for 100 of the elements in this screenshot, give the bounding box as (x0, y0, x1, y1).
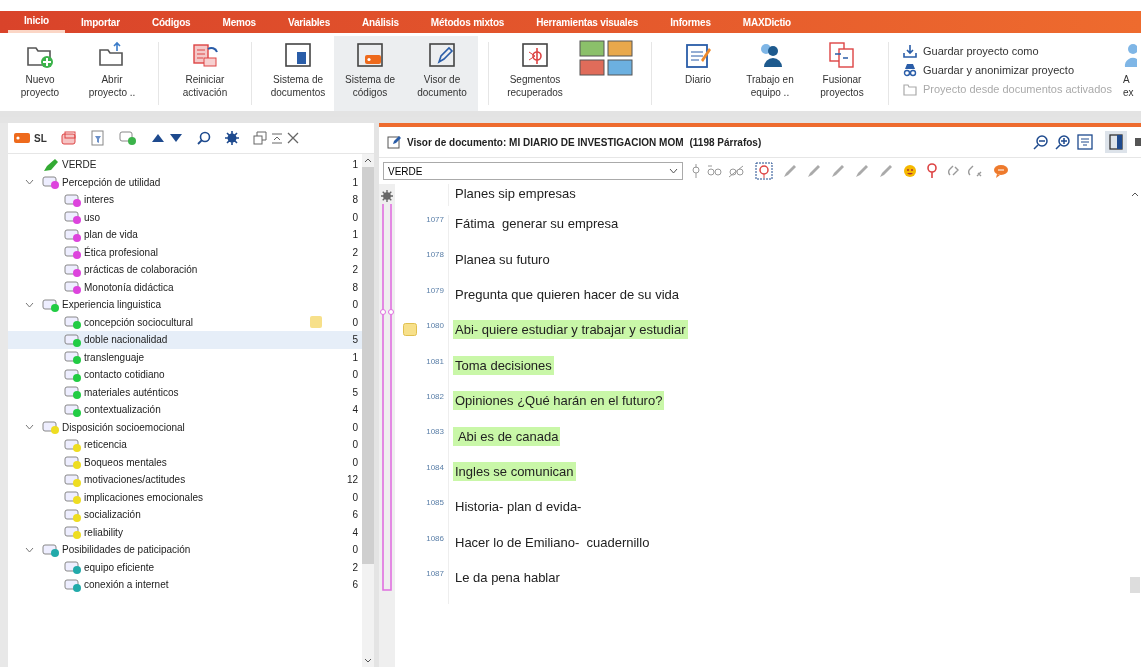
tree-row[interactable]: interes 8 (8, 191, 362, 209)
menu-tab[interactable]: Códigos (135, 11, 207, 33)
chevron-icon[interactable] (25, 424, 34, 431)
highlighter-icon[interactable] (831, 164, 845, 178)
tree-row[interactable]: concepción sociocultural 0 (8, 313, 362, 331)
panel-toggle-icon[interactable] (1105, 131, 1127, 153)
menu-tab[interactable]: Memos (206, 11, 272, 33)
tree-row[interactable]: equipo eficiente 2 (8, 558, 362, 576)
tree-row[interactable]: Posibilidades de paticipación 0 (8, 541, 362, 559)
ribbon-button[interactable]: Sistema de documentos (262, 36, 334, 111)
paragraph-text: Historia- plan d evida- (454, 498, 583, 517)
highlighter-icon[interactable] (855, 164, 869, 178)
chevron-icon[interactable] (25, 546, 34, 553)
code-tag-icon (42, 175, 60, 190)
scroll-thumb[interactable] (1130, 577, 1140, 593)
scroll-up-icon[interactable] (1131, 192, 1139, 197)
ribbon-button[interactable]: Diario (662, 36, 734, 111)
tree-row[interactable]: reticencia 0 (8, 436, 362, 454)
search-icon[interactable] (196, 131, 211, 145)
highlighter-icon[interactable] (807, 164, 821, 178)
window-icon (283, 40, 313, 70)
menu-tab[interactable]: Variables (271, 11, 347, 33)
tree-row[interactable]: VERDE 1 (8, 156, 362, 174)
command-button[interactable]: Guardar proyecto como (903, 44, 1112, 58)
comment-icon[interactable] (993, 164, 1009, 178)
highlighter-icon[interactable] (879, 164, 893, 178)
settings-icon[interactable] (224, 131, 239, 145)
edit-window-icon (427, 40, 457, 70)
location-pin-icon[interactable] (927, 163, 937, 179)
code-label: reliability (84, 526, 124, 538)
tree-row[interactable]: plan de vida 1 (8, 226, 362, 244)
tree-row[interactable]: Monotonía didáctica 8 (8, 278, 362, 296)
zoom-in-icon[interactable] (1055, 134, 1071, 150)
tag-stack-icon[interactable] (60, 131, 77, 145)
code-tag-icon (64, 402, 82, 417)
collapse-icon[interactable] (270, 132, 283, 144)
ribbon-button[interactable]: Segmentos recuperados (499, 36, 571, 111)
window-restore-icon[interactable] (252, 131, 267, 145)
close-icon[interactable] (286, 132, 299, 144)
menu-tab[interactable]: Importar (64, 11, 136, 33)
tree-row[interactable]: contacto cotidiano 0 (8, 366, 362, 384)
tree-row[interactable]: materiales auténticos 5 (8, 383, 362, 401)
tree-row[interactable]: translenguaje 1 (8, 348, 362, 366)
scroll-up-icon[interactable] (364, 158, 372, 163)
code-pair-icon[interactable] (705, 163, 723, 179)
scroll-thumb[interactable] (362, 167, 374, 564)
zoom-out-icon[interactable] (1033, 134, 1049, 150)
scroll-down-icon[interactable] (364, 658, 372, 663)
tree-row[interactable]: Ética profesional 2 (8, 243, 362, 261)
ribbon-button[interactable]: Reiniciar activación (169, 36, 241, 111)
tree-row[interactable]: motivaciones/actitudes 12 (8, 471, 362, 489)
code-count: 0 (351, 421, 359, 433)
code-count: 2 (351, 246, 359, 258)
code-tag-icon (64, 262, 82, 277)
pin-icon[interactable] (691, 163, 701, 179)
chevron-icon[interactable] (25, 301, 34, 308)
target-icon[interactable] (755, 162, 773, 180)
menu-tab[interactable]: Análisis (346, 11, 415, 33)
unlink-icon[interactable] (967, 163, 983, 179)
emoji-icon[interactable] (903, 164, 917, 178)
chevron-icon[interactable] (25, 179, 34, 186)
tree-row[interactable]: conexión a internet 6 (8, 576, 362, 594)
tree-row[interactable]: contextualización 4 (8, 401, 362, 419)
up-arrow-icon[interactable] (150, 133, 165, 143)
menu-tab[interactable]: Inicio (8, 11, 65, 33)
code-tag-icon (64, 315, 82, 330)
menu-tab[interactable]: Métodos mixtos (414, 11, 521, 33)
code-label: prácticas de colaboración (84, 264, 199, 276)
document-icon[interactable] (1077, 134, 1093, 150)
ribbon-button[interactable]: Nuevo proyecto (4, 36, 76, 111)
tree-row[interactable]: Percepción de utilidad 1 (8, 173, 362, 191)
ribbon-button[interactable]: Sistema de códigos (334, 36, 406, 111)
ribbon-button[interactable]: Trabajo en equipo .. (734, 36, 806, 111)
tree-row[interactable]: socialización 6 (8, 506, 362, 524)
tree-row[interactable]: Boqueos mentales 0 (8, 453, 362, 471)
code-pair-icon[interactable] (727, 163, 745, 179)
command-button[interactable]: Guardar y anonimizar proyecto (903, 63, 1112, 77)
ribbon-button[interactable]: Abrir proyecto .. (76, 36, 148, 111)
code-dropdown[interactable]: VERDE (383, 162, 683, 180)
tree-row[interactable]: prácticas de colaboración 2 (8, 261, 362, 279)
tree-row[interactable]: Disposición socioemocional 0 (8, 418, 362, 436)
settings-icon[interactable] (381, 190, 393, 202)
edit-icon (387, 135, 401, 149)
tree-row[interactable]: implicaciones emocionales 0 (8, 488, 362, 506)
tree-row[interactable]: Experiencia linguistica 0 (8, 296, 362, 314)
ribbon-button[interactable]: Visor de documento (406, 36, 478, 111)
tree-row[interactable]: doble nacionalidad 5 (8, 331, 362, 349)
ribbon-button[interactable]: Fusionar proyectos (806, 36, 878, 111)
menu-tab[interactable]: Informes (654, 11, 727, 33)
ribbon-button[interactable]: A ex (1121, 36, 1141, 111)
code-tag-icon (64, 437, 82, 452)
code-label: materiales auténticos (84, 386, 180, 398)
code-tag-icon (64, 245, 82, 260)
tree-row[interactable]: uso 0 (8, 208, 362, 226)
filter-document-icon[interactable] (90, 130, 105, 146)
tree-row[interactable]: reliability 4 (8, 523, 362, 541)
highlighter-icon[interactable] (783, 164, 797, 178)
new-code-icon[interactable] (118, 131, 137, 145)
down-arrow-icon[interactable] (168, 133, 183, 143)
menu-tab[interactable]: Herramientas visuales (520, 11, 655, 33)
